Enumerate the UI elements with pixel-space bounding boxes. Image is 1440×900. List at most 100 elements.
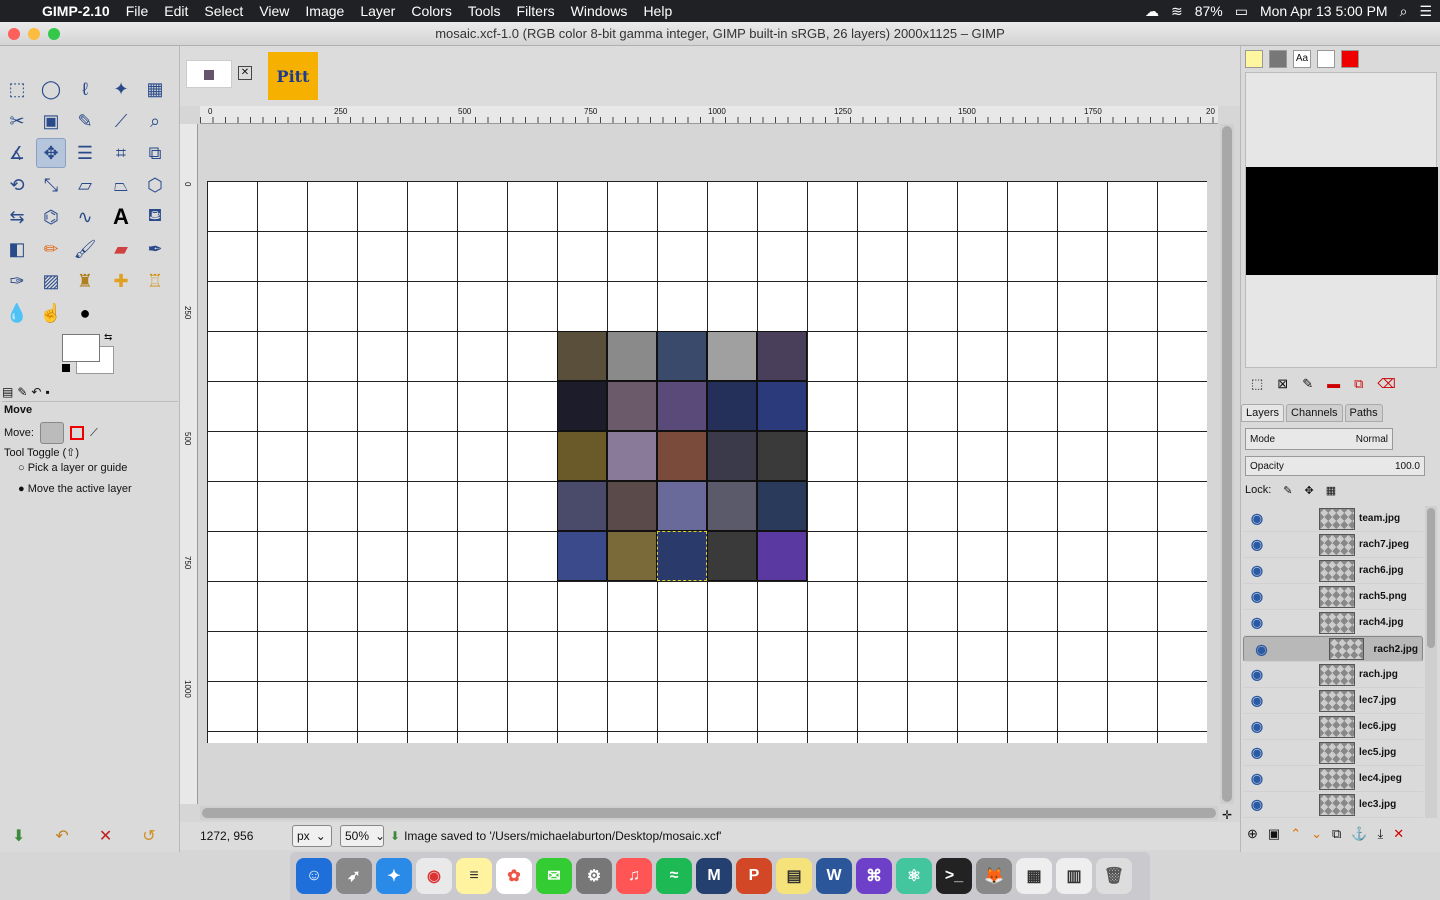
- zoom-select[interactable]: 50% ⌄: [340, 825, 385, 847]
- layer-row[interactable]: ◉ rach6.jpg: [1243, 558, 1423, 584]
- finder-icon[interactable]: ☺: [296, 858, 332, 894]
- menu-select[interactable]: Select: [196, 3, 251, 19]
- unit-select[interactable]: px ⌄: [292, 825, 332, 847]
- reset-options-icon[interactable]: ↺: [142, 826, 155, 846]
- measure-icon[interactable]: ∡: [2, 138, 32, 168]
- visibility-eye-icon[interactable]: ◉: [1243, 562, 1271, 579]
- visibility-eye-icon[interactable]: ◉: [1243, 796, 1271, 813]
- chrome-icon[interactable]: ◉: [416, 858, 452, 894]
- visibility-eye-icon[interactable]: ◉: [1243, 744, 1271, 761]
- fonts-tab-icon[interactable]: Aa: [1293, 50, 1311, 68]
- m-app-icon[interactable]: M: [696, 858, 732, 894]
- vertical-scrollbar[interactable]: [1220, 124, 1234, 804]
- menu-help[interactable]: Help: [635, 3, 680, 19]
- system-preferences-icon[interactable]: ⚙: [576, 858, 612, 894]
- anchor-layer-icon[interactable]: ⚓: [1351, 826, 1367, 842]
- visibility-eye-icon[interactable]: ◉: [1243, 614, 1271, 631]
- ink-icon[interactable]: ✑: [2, 266, 32, 296]
- fg-bg-colors[interactable]: ⇆: [62, 332, 118, 378]
- terminal-icon[interactable]: >_: [936, 858, 972, 894]
- colors-tab-icon[interactable]: [1341, 50, 1359, 68]
- perspective-icon[interactable]: ⏢: [106, 170, 136, 200]
- menu-filters[interactable]: Filters: [509, 3, 563, 19]
- trash-icon[interactable]: 🗑: [1096, 858, 1132, 894]
- duplicate-icon[interactable]: ⧉: [1354, 376, 1363, 392]
- images-tab-icon[interactable]: ▪: [45, 385, 49, 399]
- messages-icon[interactable]: ✉: [536, 858, 572, 894]
- vertical-scroll-thumb[interactable]: [1222, 126, 1232, 802]
- mypaint-brush-icon[interactable]: ▨: [36, 266, 66, 296]
- clone-icon[interactable]: ♜: [70, 266, 100, 296]
- brushes-tab-icon[interactable]: [1245, 50, 1263, 68]
- document-tab-icon[interactable]: [1317, 50, 1335, 68]
- move-active-radio[interactable]: ● Move the active layer: [18, 483, 132, 495]
- pick-layer-radio[interactable]: ○ Pick a layer or guide: [18, 462, 127, 474]
- pitt-image-tab[interactable]: Pitt: [268, 52, 318, 100]
- visibility-eye-icon[interactable]: ◉: [1243, 536, 1271, 553]
- default-colors-icon[interactable]: [62, 364, 70, 372]
- bucket-fill-icon[interactable]: ⛾: [140, 202, 170, 232]
- menu-file[interactable]: File: [118, 3, 157, 19]
- text-tool-icon[interactable]: A: [106, 202, 136, 232]
- blur-icon[interactable]: 💧: [2, 298, 32, 328]
- move-tool-icon[interactable]: ✥: [36, 138, 66, 168]
- cage-transform-icon[interactable]: ⌬: [36, 202, 66, 232]
- layer-row[interactable]: ◉ rach4.jpg: [1243, 610, 1423, 636]
- scale-icon[interactable]: ⤡: [36, 170, 66, 200]
- lock-position-icon[interactable]: ✥: [1305, 484, 1314, 497]
- powerpoint-icon[interactable]: P: [736, 858, 772, 894]
- word-icon[interactable]: W: [816, 858, 852, 894]
- stickies-icon[interactable]: ▤: [776, 858, 812, 894]
- paths-icon[interactable]: ✎: [70, 106, 100, 136]
- device-status-tab-icon[interactable]: ✎: [17, 385, 27, 399]
- wifi-icon[interactable]: ≋: [1171, 3, 1183, 20]
- visibility-eye-icon[interactable]: ◉: [1243, 510, 1271, 527]
- navigate-icon[interactable]: ✛: [1222, 808, 1232, 822]
- new-group-icon[interactable]: ▣: [1268, 826, 1280, 842]
- menu-windows[interactable]: Windows: [563, 3, 636, 19]
- airbrush-icon[interactable]: ✒: [140, 234, 170, 264]
- flip-icon[interactable]: ⇆: [2, 202, 32, 232]
- gimp-icon[interactable]: 🦊: [976, 858, 1012, 894]
- visibility-eye-icon[interactable]: ◉: [1243, 718, 1271, 735]
- layer-row-selected[interactable]: ◉ rach2.jpg: [1243, 636, 1423, 662]
- duplicate-layer-icon[interactable]: ⧉: [1332, 826, 1341, 842]
- mode-select[interactable]: Mode Normal: [1245, 428, 1393, 450]
- visibility-eye-icon[interactable]: ◉: [1243, 666, 1271, 683]
- rotate-icon[interactable]: ⟲: [2, 170, 32, 200]
- perspective-clone-icon[interactable]: ♖: [140, 266, 170, 296]
- color-picker-icon[interactable]: ⟋: [106, 106, 136, 136]
- swap-colors-icon[interactable]: ⇆: [104, 332, 112, 343]
- horizontal-scroll-thumb[interactable]: [202, 808, 1216, 818]
- photos-icon[interactable]: ✿: [496, 858, 532, 894]
- visibility-eye-icon[interactable]: ◉: [1248, 641, 1275, 658]
- layer-row[interactable]: ◉ team.jpg: [1243, 506, 1423, 532]
- visibility-eye-icon[interactable]: ◉: [1243, 692, 1271, 709]
- image-tab-thumbnail[interactable]: [186, 60, 232, 88]
- layer-row[interactable]: ◉ lec7.jpg: [1243, 688, 1423, 714]
- delete-icon[interactable]: ⌫: [1377, 376, 1395, 392]
- patterns-tab-icon[interactable]: [1269, 50, 1287, 68]
- ellipse-select-icon[interactable]: ◯: [36, 74, 66, 104]
- cloud-icon[interactable]: ☁: [1145, 3, 1159, 20]
- layer-row[interactable]: ◉ lec4.jpeg: [1243, 766, 1423, 792]
- scissors-icon[interactable]: ✂: [2, 106, 32, 136]
- warp-transform-icon[interactable]: ∿: [70, 202, 100, 232]
- battery-percent[interactable]: 87%: [1195, 3, 1223, 19]
- visibility-eye-icon[interactable]: ◉: [1243, 588, 1271, 605]
- gradient-icon[interactable]: ◧: [2, 234, 32, 264]
- new-icon[interactable]: ▬: [1327, 376, 1340, 392]
- notification-center-icon[interactable]: ☰: [1419, 3, 1432, 20]
- undo-history-tab-icon[interactable]: ↶: [31, 385, 41, 399]
- app-menu[interactable]: GIMP-2.10: [38, 3, 118, 19]
- menu-colors[interactable]: Colors: [403, 3, 459, 19]
- 3d-transform-icon[interactable]: ⬡: [140, 170, 170, 200]
- rect-select-icon[interactable]: ⬚: [2, 74, 32, 104]
- notes-icon[interactable]: ≡: [456, 858, 492, 894]
- layer-row[interactable]: ◉ rach7.jpeg: [1243, 532, 1423, 558]
- move-layer-button[interactable]: [39, 422, 64, 444]
- unified-transform-icon[interactable]: ⧉: [140, 138, 170, 168]
- layer-row[interactable]: ◉ lec6.jpg: [1243, 714, 1423, 740]
- zoom-icon[interactable]: ⌕: [140, 106, 170, 136]
- menu-tools[interactable]: Tools: [460, 3, 509, 19]
